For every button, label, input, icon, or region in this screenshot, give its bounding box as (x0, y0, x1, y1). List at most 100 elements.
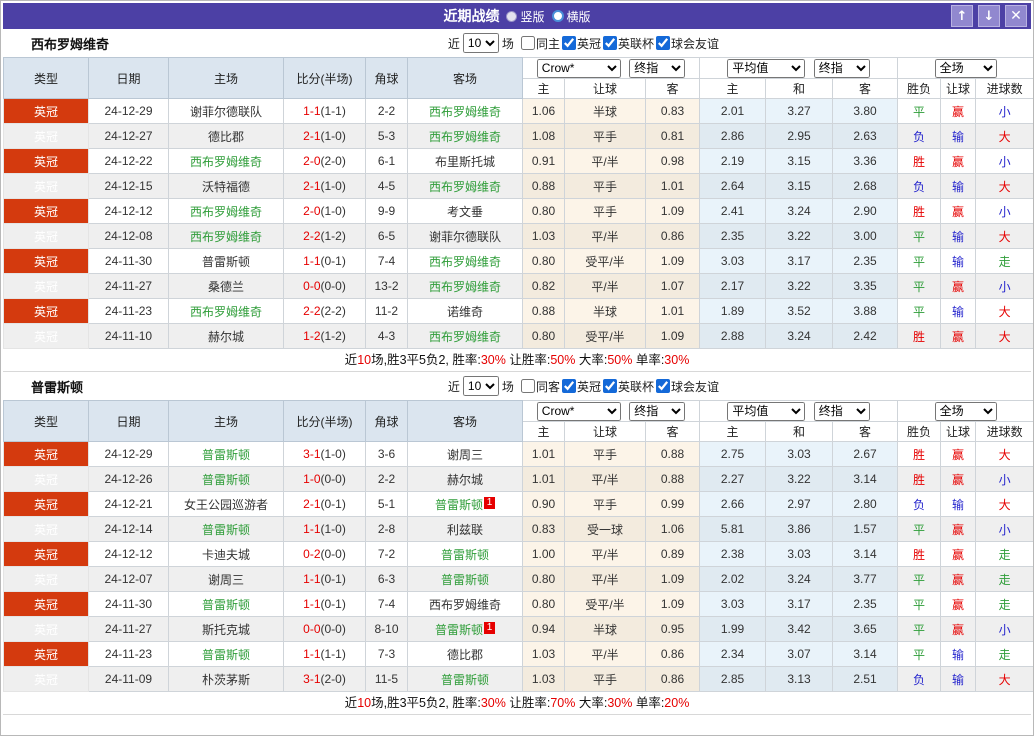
asian-home-odds: 0.80 (522, 591, 565, 617)
asian-away-odds: 1.09 (644, 566, 701, 592)
fulltime-score: 3-1 (303, 447, 321, 461)
final-odds-select[interactable]: 终指 (629, 401, 686, 421)
result-cell: 胜 (897, 323, 942, 349)
league-efl-cup-checkbox[interactable] (602, 378, 617, 393)
home-team-cell: 谢菲尔德联队 (168, 98, 284, 124)
match-row: 英冠 24-12-15 沃特福德 2-1(1-0) 4-5 西布罗姆维奇 0.88 平手 1.0… (3, 173, 1033, 199)
result-cell: 平 (897, 591, 942, 617)
team-name: 普雷斯顿 (201, 472, 250, 487)
euro-away-odds: 2.68 (832, 173, 899, 199)
halftime-score: (0-0) (320, 279, 346, 293)
sub-header-euro-home: 主 (699, 421, 767, 442)
close-button[interactable]: ✕ (1005, 5, 1027, 27)
fulltime-score: 1-1 (303, 104, 321, 118)
corners-cell: 4-3 (365, 323, 408, 349)
euro-away-odds: 1.57 (832, 516, 899, 542)
team-name: 谢菲尔德联队 (428, 229, 501, 244)
league-friendly-checkbox[interactable] (655, 35, 670, 50)
away-team-cell: 西布罗姆维奇 (407, 173, 523, 199)
match-row: 英冠 24-11-27 桑德兰 0-0(0-0) 13-2 西布罗姆维奇 0.82 平/半 1.… (3, 273, 1033, 299)
euro-draw-odds: 3.03 (765, 441, 834, 467)
league-badge: 英冠 (3, 273, 89, 299)
games-label: 场 (501, 36, 514, 51)
result-cell: 平 (897, 516, 942, 542)
fulltime-select[interactable]: 全场 (934, 58, 997, 78)
league-championship-checkbox[interactable] (561, 35, 576, 50)
team-name: 赫尔城 (446, 472, 483, 487)
halftime-score: (0-1) (320, 572, 346, 586)
same-venue-checkbox[interactable] (520, 36, 535, 50)
euro-home-odds: 2.01 (699, 98, 767, 124)
result-cell: 胜 (897, 466, 942, 492)
same-venue-checkbox[interactable] (520, 379, 535, 393)
section-header-preston: 普雷斯顿 近 10 场 同客 英冠 英联杯 球会友谊 (3, 372, 1031, 400)
layout-vertical-radio[interactable]: 竖版 (506, 8, 545, 25)
goals-result-cell: 大 (975, 323, 1033, 349)
match-row: 英冠 24-11-27 斯托克城 0-0(0-0) 8-10 普雷斯顿 1 0.94 半球 0.9… (3, 616, 1033, 642)
arrow-up-icon: ↑ (956, 8, 968, 24)
col-header-type: 类型 (3, 400, 89, 442)
euro-away-odds: 2.63 (832, 123, 899, 149)
league-badge: 英冠 (3, 591, 89, 617)
league-championship-checkbox[interactable] (561, 378, 576, 393)
halftime-score: (1-0) (320, 522, 346, 536)
team-name: 普雷斯顿 (201, 597, 250, 612)
team-name: 普雷斯顿 (201, 254, 250, 269)
final-euro-odds-select[interactable]: 终指 (813, 401, 870, 421)
odds-company-select[interactable]: Crow* (536, 58, 621, 78)
handicap-result-cell: 赢 (940, 616, 977, 642)
euro-home-odds: 2.17 (699, 273, 767, 299)
recent-count-select[interactable]: 10 (462, 376, 499, 396)
move-up-button[interactable]: ↑ (951, 5, 973, 27)
sub-header-goals-result: 进球数 (975, 78, 1033, 99)
league-friendly-checkbox[interactable] (655, 378, 670, 393)
euro-odds-group-header: 平均值 终指 (699, 400, 899, 422)
league-badge: 英冠 (3, 148, 89, 174)
team-name: 沃特福德 (201, 179, 250, 194)
fulltime-score: 0-2 (303, 547, 321, 561)
recent-count-select[interactable]: 10 (462, 33, 499, 53)
home-team-cell: 朴茨茅斯 (168, 666, 284, 692)
sub-header-result: 胜负 (897, 78, 942, 99)
match-date: 24-11-23 (88, 641, 169, 667)
goals-result-cell: 小 (975, 148, 1033, 174)
halftime-score: (1-2) (320, 329, 346, 343)
asian-away-odds: 0.86 (644, 641, 701, 667)
home-team-cell: 普雷斯顿 (168, 248, 284, 274)
fulltime-select[interactable]: 全场 (934, 401, 997, 421)
corners-cell: 7-2 (365, 541, 408, 567)
match-date: 24-12-26 (88, 466, 169, 492)
euro-draw-odds: 3.22 (765, 273, 834, 299)
odds-company-select[interactable]: Crow* (536, 401, 621, 421)
match-row: 英冠 24-11-30 普雷斯顿 1-1(0-1) 7-4 西布罗姆维奇 0.80 受平/半 1… (3, 248, 1033, 274)
sub-header-asian-handicap: 让球 (564, 78, 646, 99)
score-cell: 1-1(1-0) (283, 516, 366, 542)
sub-header-asian-away: 客 (644, 78, 701, 99)
league-efl-cup-checkbox[interactable] (602, 35, 617, 50)
league-badge: 英冠 (3, 441, 89, 467)
fulltime-score: 2-2 (303, 304, 321, 318)
euro-draw-odds: 3.86 (765, 516, 834, 542)
average-odds-select[interactable]: 平均值 (727, 401, 806, 421)
asian-handicap: 平手 (564, 666, 646, 692)
corners-cell: 9-9 (365, 198, 408, 224)
summary-text: 单率: (632, 696, 665, 710)
league-championship-label: 英冠 (576, 36, 601, 51)
final-odds-select[interactable]: 终指 (629, 58, 686, 78)
handicap-result-cell: 输 (940, 491, 977, 517)
average-odds-select[interactable]: 平均值 (727, 58, 806, 78)
move-down-button[interactable]: ↓ (978, 5, 1000, 27)
summary-west-brom: 近10场,胜3平5负2, 胜率:30% 让胜率:50% 大率:50% 单率:30… (3, 349, 1031, 372)
result-cell: 平 (897, 223, 942, 249)
col-header-away: 客场 (407, 57, 523, 99)
asian-handicap: 平/半 (564, 466, 646, 492)
final-euro-odds-select[interactable]: 终指 (813, 58, 870, 78)
euro-away-odds: 3.14 (832, 466, 899, 492)
team-name: 西布罗姆维奇 (428, 254, 501, 269)
asian-away-odds: 0.98 (644, 148, 701, 174)
asian-odds-group-header: Crow* 终指 (521, 400, 701, 422)
handicap-result-cell: 赢 (940, 273, 977, 299)
layout-horizontal-radio[interactable]: 横版 (551, 8, 591, 25)
euro-away-odds: 2.80 (832, 491, 899, 517)
match-row: 英冠 24-11-23 普雷斯顿 1-1(1-1) 7-3 德比郡 1.03 平/半 0.86 2… (3, 641, 1033, 667)
